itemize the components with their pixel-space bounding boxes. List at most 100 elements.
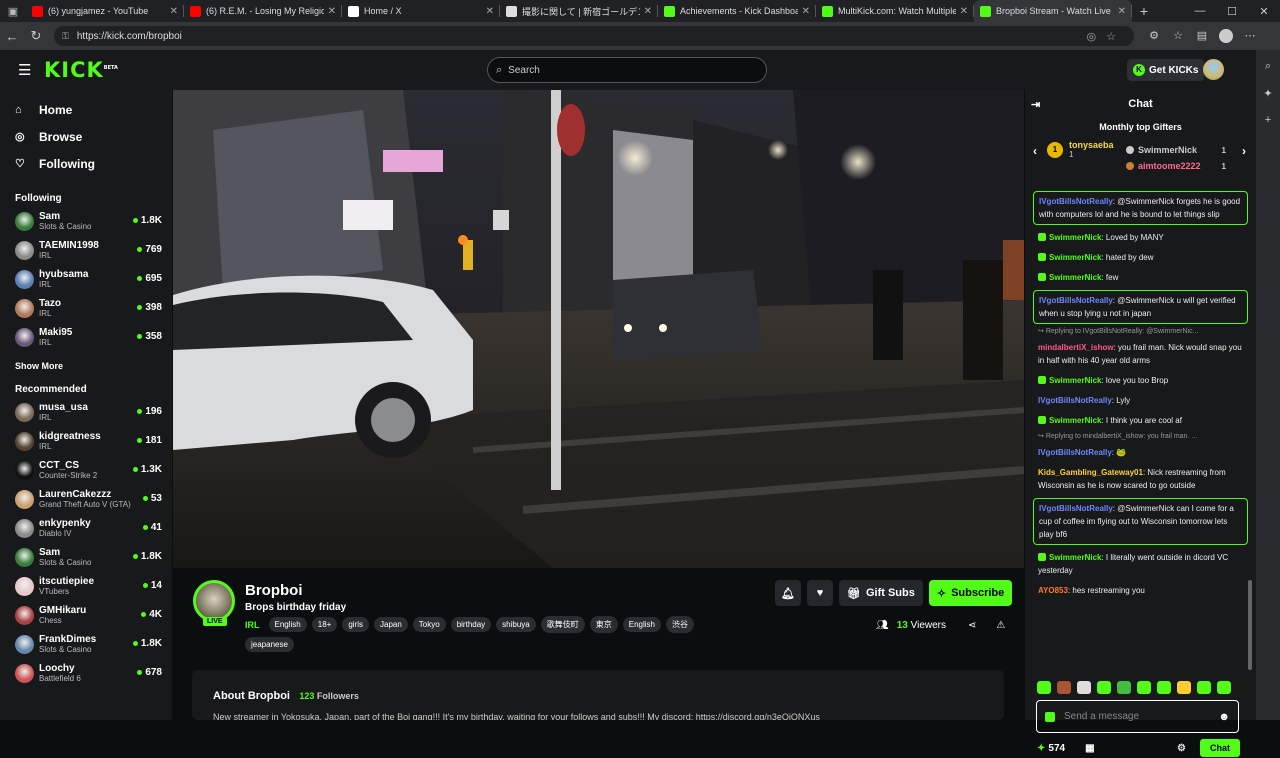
tag-chip[interactable]: girls (342, 617, 369, 632)
profile-avatar[interactable] (1219, 29, 1233, 43)
favorite-star-icon[interactable]: ◎☆ (1087, 30, 1126, 43)
emote-icon[interactable] (1137, 681, 1151, 694)
minimize-icon[interactable]: — (1184, 5, 1216, 18)
points-count[interactable]: 574 (1048, 743, 1065, 754)
channel-item[interactable]: itscutiepiee VTubers 14 (15, 572, 172, 601)
close-window-icon[interactable]: ✕ (1248, 5, 1280, 18)
tag-chip[interactable]: 18+ (311, 617, 338, 632)
emote-icon[interactable] (1117, 681, 1131, 694)
tab-close-icon[interactable]: ✕ (486, 6, 494, 17)
channel-item[interactable]: Sam Slots & Casino 1.8K (15, 543, 172, 572)
channel-item[interactable]: Maki95 IRL 358 (15, 323, 172, 352)
chat-username[interactable]: AYO853 (1038, 586, 1068, 595)
tag-chip[interactable]: Tokyo (412, 617, 446, 632)
channel-item[interactable]: GMHikaru Chess 4K (15, 601, 172, 630)
channel-item[interactable]: Tazo IRL 398 (15, 294, 172, 323)
chat-scrollbar[interactable] (1248, 580, 1252, 670)
emote-icon[interactable] (1057, 681, 1071, 694)
chat-username[interactable]: SwimmerNick (1049, 553, 1101, 562)
emote-icon[interactable] (1157, 681, 1171, 694)
refresh-icon[interactable]: ↻ (24, 28, 48, 44)
video-player[interactable] (173, 90, 1024, 568)
tab-close-icon[interactable]: ✕ (802, 6, 810, 17)
chat-username[interactable]: IVgotBillsNotReally (1039, 197, 1113, 206)
tag-chip[interactable]: 東京 (589, 616, 618, 633)
emote-icon[interactable] (1217, 681, 1231, 694)
emote-icon[interactable] (1197, 681, 1211, 694)
share-icon[interactable]: ⋖ (968, 620, 976, 631)
emote-icon[interactable] (1097, 681, 1111, 694)
nav-item-following[interactable]: ♡ Following (15, 150, 172, 177)
tag-chip[interactable]: shibuya (496, 617, 536, 632)
favorites-icon[interactable]: ☆ (1166, 29, 1190, 43)
tab-close-icon[interactable]: ✕ (1118, 6, 1126, 17)
chat-username[interactable]: SwimmerNick (1049, 233, 1101, 242)
channel-item[interactable]: CCT_CS Counter-Strike 2 1.3K (15, 456, 172, 485)
search-icon[interactable]: ⌕ (1265, 60, 1271, 73)
channel-item[interactable]: Sam Slots & Casino 1.8K (15, 207, 172, 236)
show-more-link[interactable]: Show More (15, 356, 172, 376)
collections-icon[interactable]: ▤ (1190, 29, 1214, 43)
search-input[interactable]: ⌕ Search (487, 57, 767, 83)
channel-name[interactable]: Bropboi (245, 582, 303, 599)
channel-item[interactable]: enkypenky Diablo IV 41 (15, 514, 172, 543)
site-info-icon[interactable]: ⚿ (62, 31, 69, 42)
chat-username[interactable]: SwimmerNick (1049, 376, 1101, 385)
chat-username[interactable]: mindalbertiX_ishow (1038, 343, 1114, 352)
tab-close-icon[interactable]: ✕ (328, 6, 336, 17)
channel-item[interactable]: Loochy Battlefield 6 678 (15, 659, 172, 688)
emoji-icon[interactable]: ☻ (1218, 711, 1230, 723)
next-arrow-icon[interactable]: › (1242, 144, 1246, 158)
browser-tab[interactable]: MultiKick.com: Watch Multiple St ✕ (816, 0, 974, 22)
user-avatar[interactable] (1203, 59, 1224, 80)
copilot-icon[interactable]: ✦ (1263, 87, 1272, 100)
nav-item-browse[interactable]: ◎ Browse (15, 123, 172, 150)
chat-username[interactable]: IVgotBillsNotReally (1039, 296, 1113, 305)
gifter-name[interactable]: aimtoome2222 (1138, 161, 1201, 171)
gifter-name[interactable]: tonysaeba (1069, 140, 1114, 150)
chat-settings-icon[interactable]: ⚙ (1177, 743, 1186, 754)
emote-icon[interactable] (1177, 681, 1191, 694)
chat-username[interactable]: IVgotBillsNotReally (1038, 396, 1112, 405)
chat-username[interactable]: SwimmerNick (1049, 273, 1101, 282)
report-flag-icon[interactable]: ⚠ (996, 620, 1005, 631)
tag-chip[interactable]: English (268, 617, 307, 632)
browser-tab[interactable]: 撮影に関して | 新宿ゴールデン街商店 ✕ (500, 0, 658, 22)
emote-icon[interactable] (1037, 681, 1051, 694)
gift-subs-button[interactable]: 🎁︎ Gift Subs (839, 580, 923, 606)
send-chat-button[interactable]: Chat (1200, 739, 1240, 757)
browser-tab[interactable]: Achievements - Kick Dashboard ✕ (658, 0, 816, 22)
browser-tab[interactable]: Bropboi Stream - Watch Live ✕ (974, 0, 1132, 22)
tag-chip[interactable]: 渋谷 (666, 616, 694, 633)
chat-username[interactable]: IVgotBillsNotReally (1038, 448, 1112, 457)
url-field[interactable]: ⚿ https://kick.com/bropboi ◎☆ (54, 26, 1134, 46)
channel-item[interactable]: kidgreatness IRL 181 (15, 427, 172, 456)
tag-chip[interactable]: 歌舞伎町 (540, 616, 585, 633)
follow-heart-button[interactable]: ♥ (807, 580, 833, 606)
tab-close-icon[interactable]: ✕ (960, 6, 968, 17)
get-kicks-button[interactable]: K Get KICKs (1127, 59, 1205, 81)
prev-arrow-icon[interactable]: ‹ (1033, 144, 1037, 158)
collapse-chat-icon[interactable]: ⇥ (1031, 98, 1040, 111)
tab-close-icon[interactable]: ✕ (644, 6, 652, 17)
nav-item-home[interactable]: ⌂ Home (15, 96, 172, 123)
tab-actions-icon[interactable]: ▣ (0, 0, 26, 22)
channel-item[interactable]: TAEMIN1998 IRL 769 (15, 236, 172, 265)
tag-chip[interactable]: English (622, 617, 661, 632)
channel-avatar[interactable] (193, 580, 235, 622)
back-icon[interactable]: ← (0, 29, 24, 44)
add-icon[interactable]: + (1265, 114, 1271, 126)
subscribe-button[interactable]: ✧ Subscribe (928, 580, 1013, 606)
category-link[interactable]: IRL (245, 620, 260, 630)
menu-icon[interactable]: ☰ (18, 61, 32, 79)
notification-bell-button[interactable]: 🔔︎ (775, 580, 801, 606)
browser-tab[interactable]: (6) R.E.M. - Losing My Religion (O ✕ (184, 0, 342, 22)
chat-input[interactable]: Send a message ☻ (1036, 700, 1239, 733)
browser-tab[interactable]: (6) yungjamez - YouTube ✕ (26, 0, 184, 22)
emote-icon[interactable] (1077, 681, 1091, 694)
channel-item[interactable]: FrankDimes Slots & Casino 1.8K (15, 630, 172, 659)
tag-chip[interactable]: jeapanese (245, 637, 294, 652)
chat-username[interactable]: IVgotBillsNotReally (1039, 504, 1113, 513)
chat-username[interactable]: SwimmerNick (1049, 416, 1101, 425)
channel-item[interactable]: musa_usa IRL 196 (15, 398, 172, 427)
